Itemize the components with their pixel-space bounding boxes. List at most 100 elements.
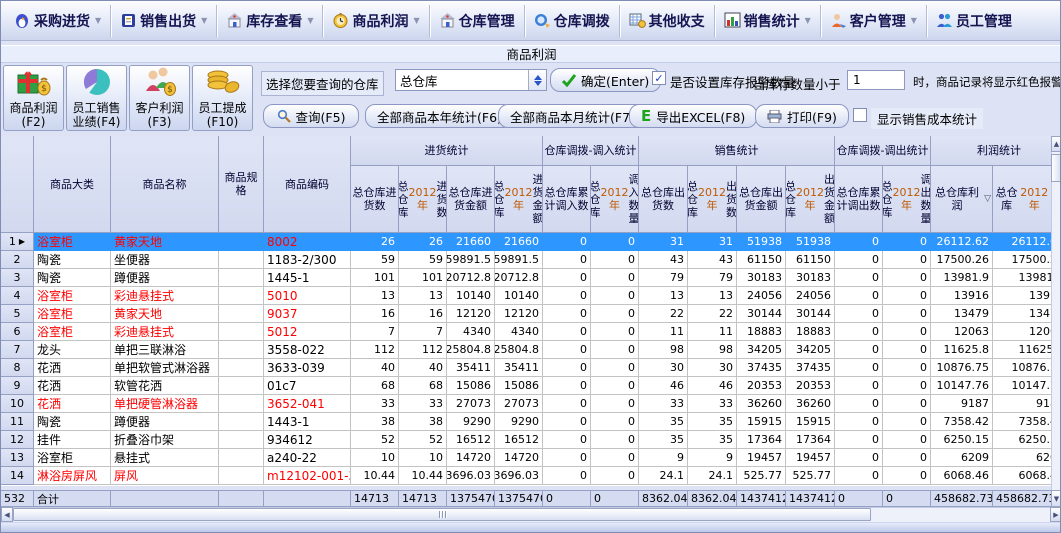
col-header-16[interactable]: 总仓库2012年调出数量 — [883, 166, 931, 233]
row-number[interactable]: 9 — [1, 377, 34, 395]
table-row[interactable]: 1 ▶浴室柜黄家天地800226262166021660003131519385… — [1, 233, 1051, 251]
col-header-static-3[interactable]: 商品规格 — [219, 136, 264, 233]
table-row[interactable]: 3陶瓷蹲便器1445-110110120712.820712.800797930… — [1, 269, 1051, 287]
scroll-right-icon[interactable]: ▶ — [1050, 507, 1061, 522]
scroll-up-icon[interactable]: ▲ — [1051, 136, 1061, 152]
table-row[interactable]: 8花洒单把软管式淋浴器3633-039404035411354110030303… — [1, 359, 1051, 377]
table-row[interactable]: 11陶瓷蹲便器1443-1383892909290003535159151591… — [1, 413, 1051, 431]
nav-button-1[interactable]: $商品利润(F2) — [3, 65, 64, 131]
cell-2: 彩迪悬挂式 — [111, 287, 219, 305]
cell-6: 40 — [399, 359, 447, 377]
toolbar-item-3[interactable]: 库存查看▼ — [217, 4, 322, 38]
chevron-down-icon[interactable]: ▼ — [307, 16, 313, 25]
chevron-down-icon[interactable]: ▼ — [413, 16, 419, 25]
cell-7: 10140 — [447, 287, 495, 305]
cell-15: 0 — [835, 395, 883, 413]
row-number[interactable]: 14 — [1, 467, 34, 485]
cell-2: 蹲便器 — [111, 413, 219, 431]
scroll-down-icon[interactable]: ▼ — [1051, 490, 1061, 507]
cell-6: 38 — [399, 413, 447, 431]
col-header-static-2[interactable]: 商品名称 — [111, 136, 219, 233]
toolbar-item-8[interactable]: 销售统计▼ — [715, 4, 820, 38]
table-row[interactable]: 6浴室柜彩迪悬挂式5012774340434000111118883188830… — [1, 323, 1051, 341]
cell-3 — [219, 395, 264, 413]
cell-8: 10140 — [495, 287, 543, 305]
nav-button-label-line1: 员工提成 — [198, 101, 246, 115]
col-header-18[interactable]: 总仓库2012年利润 — [993, 166, 1051, 233]
col-header-7[interactable]: 总仓库进货金额 — [447, 166, 495, 233]
row-number[interactable]: 1 ▶ — [1, 233, 34, 251]
toolbar-item-1[interactable]: 采购进货▼ — [5, 4, 110, 38]
col-header-12[interactable]: 总仓库2012年出货数 — [688, 166, 737, 233]
col-header-13[interactable]: 总仓库出货金额 — [737, 166, 786, 233]
row-number[interactable]: 8 — [1, 359, 34, 377]
col-header-5[interactable]: 总仓库进货数 — [351, 166, 399, 233]
chevron-down-icon[interactable]: ▼ — [805, 16, 811, 25]
table-row[interactable]: 4浴室柜彩迪悬挂式5010131310140101400013132405624… — [1, 287, 1051, 305]
scroll-left-icon[interactable]: ◀ — [1, 507, 13, 522]
toolbar-item-4[interactable]: 商品利润▼ — [323, 4, 428, 38]
row-number[interactable]: 12 — [1, 431, 34, 449]
nav-button-4[interactable]: 员工提成(F10) — [192, 65, 253, 131]
toolbar-item-10[interactable]: 员工管理 — [927, 4, 1021, 38]
chevron-down-icon[interactable]: ▼ — [201, 16, 207, 25]
col-header-9[interactable]: 总仓库累计调入数 — [543, 166, 591, 233]
table-row[interactable]: 13浴室柜悬挂式a240-221010147201472000991945719… — [1, 449, 1051, 467]
toolbar-item-9[interactable]: 客户管理▼ — [821, 4, 926, 38]
toolbar-item-6[interactable]: 仓库调拨 — [525, 4, 619, 38]
toolbar-item-2[interactable]: 销售出货▼ — [111, 4, 216, 38]
row-number[interactable]: 7 — [1, 341, 34, 359]
col-header-static-4[interactable]: 商品编码 — [264, 136, 351, 233]
col-header-static-1[interactable]: 商品大类 — [34, 136, 111, 233]
threshold-input[interactable] — [847, 70, 905, 90]
alarm-checkbox[interactable]: ✓ — [652, 71, 666, 85]
col-header-6[interactable]: 总仓库2012年进货数 — [399, 166, 447, 233]
cost-stats-checkbox[interactable] — [853, 108, 867, 122]
combo-spinner-icon[interactable] — [528, 70, 546, 90]
col-header-10[interactable]: 总仓库2012年调入数量 — [591, 166, 639, 233]
cell-6: 52 — [399, 431, 447, 449]
row-number[interactable]: 13 — [1, 449, 34, 467]
chevron-down-icon[interactable]: ▼ — [911, 16, 917, 25]
row-number[interactable]: 10 — [1, 395, 34, 413]
row-number[interactable]: 3 — [1, 269, 34, 287]
cell-13: 525.77 — [737, 467, 786, 485]
table-row[interactable]: 12挂件折叠浴巾架9346125252165121651200353517364… — [1, 431, 1051, 449]
export-excel-button[interactable]: E 导出EXCEL(F8) — [629, 104, 757, 128]
table-row[interactable]: 10花洒单把硬管淋浴器3652-041333327073270730033333… — [1, 395, 1051, 413]
row-number[interactable]: 6 — [1, 323, 34, 341]
month-stats-button[interactable]: 全部商品本月统计(F7) — [498, 104, 647, 128]
confirm-button[interactable]: 确定(Enter) — [550, 68, 661, 92]
row-number[interactable]: 4 — [1, 287, 34, 305]
col-header-11[interactable]: 总仓库出货数 — [639, 166, 688, 233]
cell-17: 17500.26 — [931, 251, 993, 269]
print-button[interactable]: 打印(F9) — [755, 104, 849, 128]
table-row[interactable]: 7龙头单把三联淋浴3558-02211211225804.825804.8009… — [1, 341, 1051, 359]
col-header-14[interactable]: 总仓库2012年出货金额 — [786, 166, 835, 233]
col-header-15[interactable]: 总仓库累计调出数 — [835, 166, 883, 233]
vertical-scrollbar-thumb[interactable] — [1051, 154, 1061, 182]
cell-3 — [219, 359, 264, 377]
table-row[interactable]: 5浴室柜黄家天地90371616121201212000222230144301… — [1, 305, 1051, 323]
toolbar-item-7[interactable]: 其他收支 — [620, 4, 714, 38]
row-number[interactable]: 11 — [1, 413, 34, 431]
table-row[interactable]: 14淋浴房屏风屏风m12102-001-310.4410.443696.0336… — [1, 467, 1051, 485]
cell-16: 0 — [883, 305, 931, 323]
chevron-down-icon[interactable]: ▼ — [95, 16, 101, 25]
year-stats-button[interactable]: 全部商品本年统计(F6) — [365, 104, 514, 128]
table-row[interactable]: 9花洒软管花洒01c768681508615086004646203532035… — [1, 377, 1051, 395]
row-number[interactable]: 5 — [1, 305, 34, 323]
query-button[interactable]: 查询(F5) — [263, 104, 359, 128]
table-row[interactable]: 2陶瓷坐便器1183-2/300595959891.559891.5004343… — [1, 251, 1051, 269]
col-header-17[interactable]: 总仓库利润▽ — [931, 166, 993, 233]
row-number[interactable]: 2 — [1, 251, 34, 269]
col-header-8[interactable]: 总仓库2012年进货金额 — [495, 166, 543, 233]
toolbar-item-5[interactable]: 仓库管理 — [430, 4, 524, 38]
horizontal-scrollbar-thumb[interactable] — [13, 508, 871, 521]
warehouse-combo[interactable]: 总仓库 — [395, 69, 547, 91]
nav-button-3[interactable]: $客户利润(F3) — [129, 65, 190, 131]
cell-3 — [219, 305, 264, 323]
nav-button-2[interactable]: 员工销售业绩(F4) — [66, 65, 127, 131]
cell-1: 淋浴房屏风 — [34, 467, 111, 485]
vertical-scrollbar-track[interactable] — [1051, 136, 1061, 490]
